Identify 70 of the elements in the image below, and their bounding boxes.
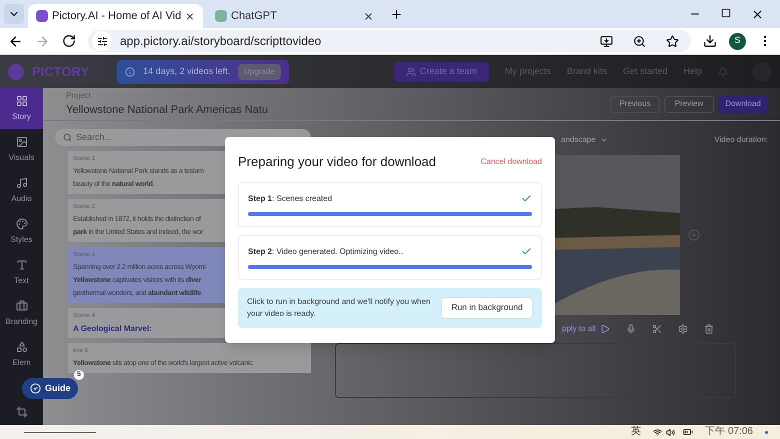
install-icon[interactable] — [600, 34, 613, 48]
styles-icon — [16, 218, 28, 230]
tab-title: ChatGPT — [231, 8, 278, 24]
download-icon[interactable] — [703, 34, 717, 48]
sidebar-item[interactable]: Visuals — [0, 129, 43, 170]
sidebar-item[interactable]: Elem — [0, 334, 43, 375]
project-label: Project — [66, 90, 92, 102]
elements-icon — [16, 340, 28, 352]
new-tab-icon[interactable] — [390, 8, 403, 20]
story-icon — [16, 94, 28, 106]
url-text: app.pictory.ai/storyboard/scripttovideo — [120, 33, 322, 50]
guide-button[interactable]: Guide — [22, 378, 78, 399]
logo-icon — [8, 64, 24, 80]
sidebar-item[interactable]: Text — [0, 252, 43, 293]
reload-icon[interactable] — [62, 34, 76, 48]
search-icon — [63, 133, 72, 142]
trial-text: 14 days, 2 videos left. — [143, 64, 230, 78]
clock[interactable]: 下午 07:06 — [705, 426, 753, 438]
visuals-icon — [16, 136, 28, 148]
tab-search-button[interactable] — [4, 4, 24, 24]
cancel-download-link[interactable]: Cancel download — [480, 156, 542, 168]
check-circle-icon — [30, 383, 41, 394]
orientation-dropdown[interactable]: andscape — [561, 134, 608, 146]
maximize-icon[interactable] — [721, 8, 731, 18]
project-title: Yellowstone National Park Americas Natu — [66, 102, 268, 118]
chevron-down-icon — [600, 136, 608, 144]
favicon-icon — [36, 10, 48, 22]
browser-tab[interactable]: Pictory.AI - Home of AI Vid — [28, 4, 203, 28]
sidebar-item[interactable]: Story — [0, 88, 43, 129]
wifi-icon[interactable] — [653, 428, 662, 436]
people-icon — [406, 66, 416, 76]
back-icon[interactable] — [8, 34, 23, 48]
create-team-button[interactable]: Create a team — [394, 62, 489, 82]
address-field[interactable]: app.pictory.ai/storyboard/scripttovideo — [88, 30, 691, 52]
browser-tab[interactable]: ChatGPT — [207, 4, 382, 28]
tab-title: Pictory.AI - Home of AI Vid — [52, 8, 182, 24]
video-duration: Video duration: — [714, 134, 768, 146]
volume-icon[interactable] — [666, 428, 676, 436]
zoom-icon[interactable] — [633, 34, 646, 48]
battery-icon[interactable] — [683, 427, 694, 437]
action-button[interactable]: Previous — [610, 96, 660, 112]
scissors-icon[interactable] — [652, 324, 662, 334]
profile-avatar[interactable]: S — [729, 32, 746, 50]
close-icon[interactable] — [751, 8, 764, 20]
apply-all-link[interactable]: pply to all — [562, 323, 596, 335]
ime-indicator[interactable]: 英 — [631, 426, 642, 438]
branding-icon — [16, 300, 28, 312]
scene-heading: A Geological Marvel: — [73, 324, 152, 334]
run-in-background-button[interactable]: Run in background — [441, 296, 533, 318]
bookmark-icon[interactable] — [666, 34, 679, 48]
logo-text: PICTORY — [32, 62, 90, 81]
site-info-icon[interactable] — [96, 36, 108, 46]
play-icon[interactable] — [600, 324, 610, 334]
trash-icon[interactable] — [704, 324, 714, 334]
settings-icon[interactable] — [678, 324, 688, 334]
action-button[interactable]: Preview — [664, 96, 714, 112]
nav-link[interactable]: Help — [683, 64, 702, 78]
sidebar-item[interactable]: Audio — [0, 170, 43, 211]
audio-icon — [16, 176, 28, 188]
favicon-icon — [215, 10, 227, 22]
sidebar-item[interactable]: Branding — [0, 293, 43, 334]
close-icon[interactable] — [363, 10, 374, 22]
nav-link[interactable]: Get started — [622, 64, 668, 78]
info-icon — [125, 66, 136, 76]
action-button[interactable]: Download — [718, 96, 768, 112]
text-icon — [16, 258, 28, 270]
mic-icon[interactable] — [626, 324, 636, 334]
nav-link[interactable]: Brand kits — [566, 64, 607, 78]
close-icon[interactable] — [185, 10, 195, 22]
sidebar-item[interactable]: Styles — [0, 211, 43, 252]
